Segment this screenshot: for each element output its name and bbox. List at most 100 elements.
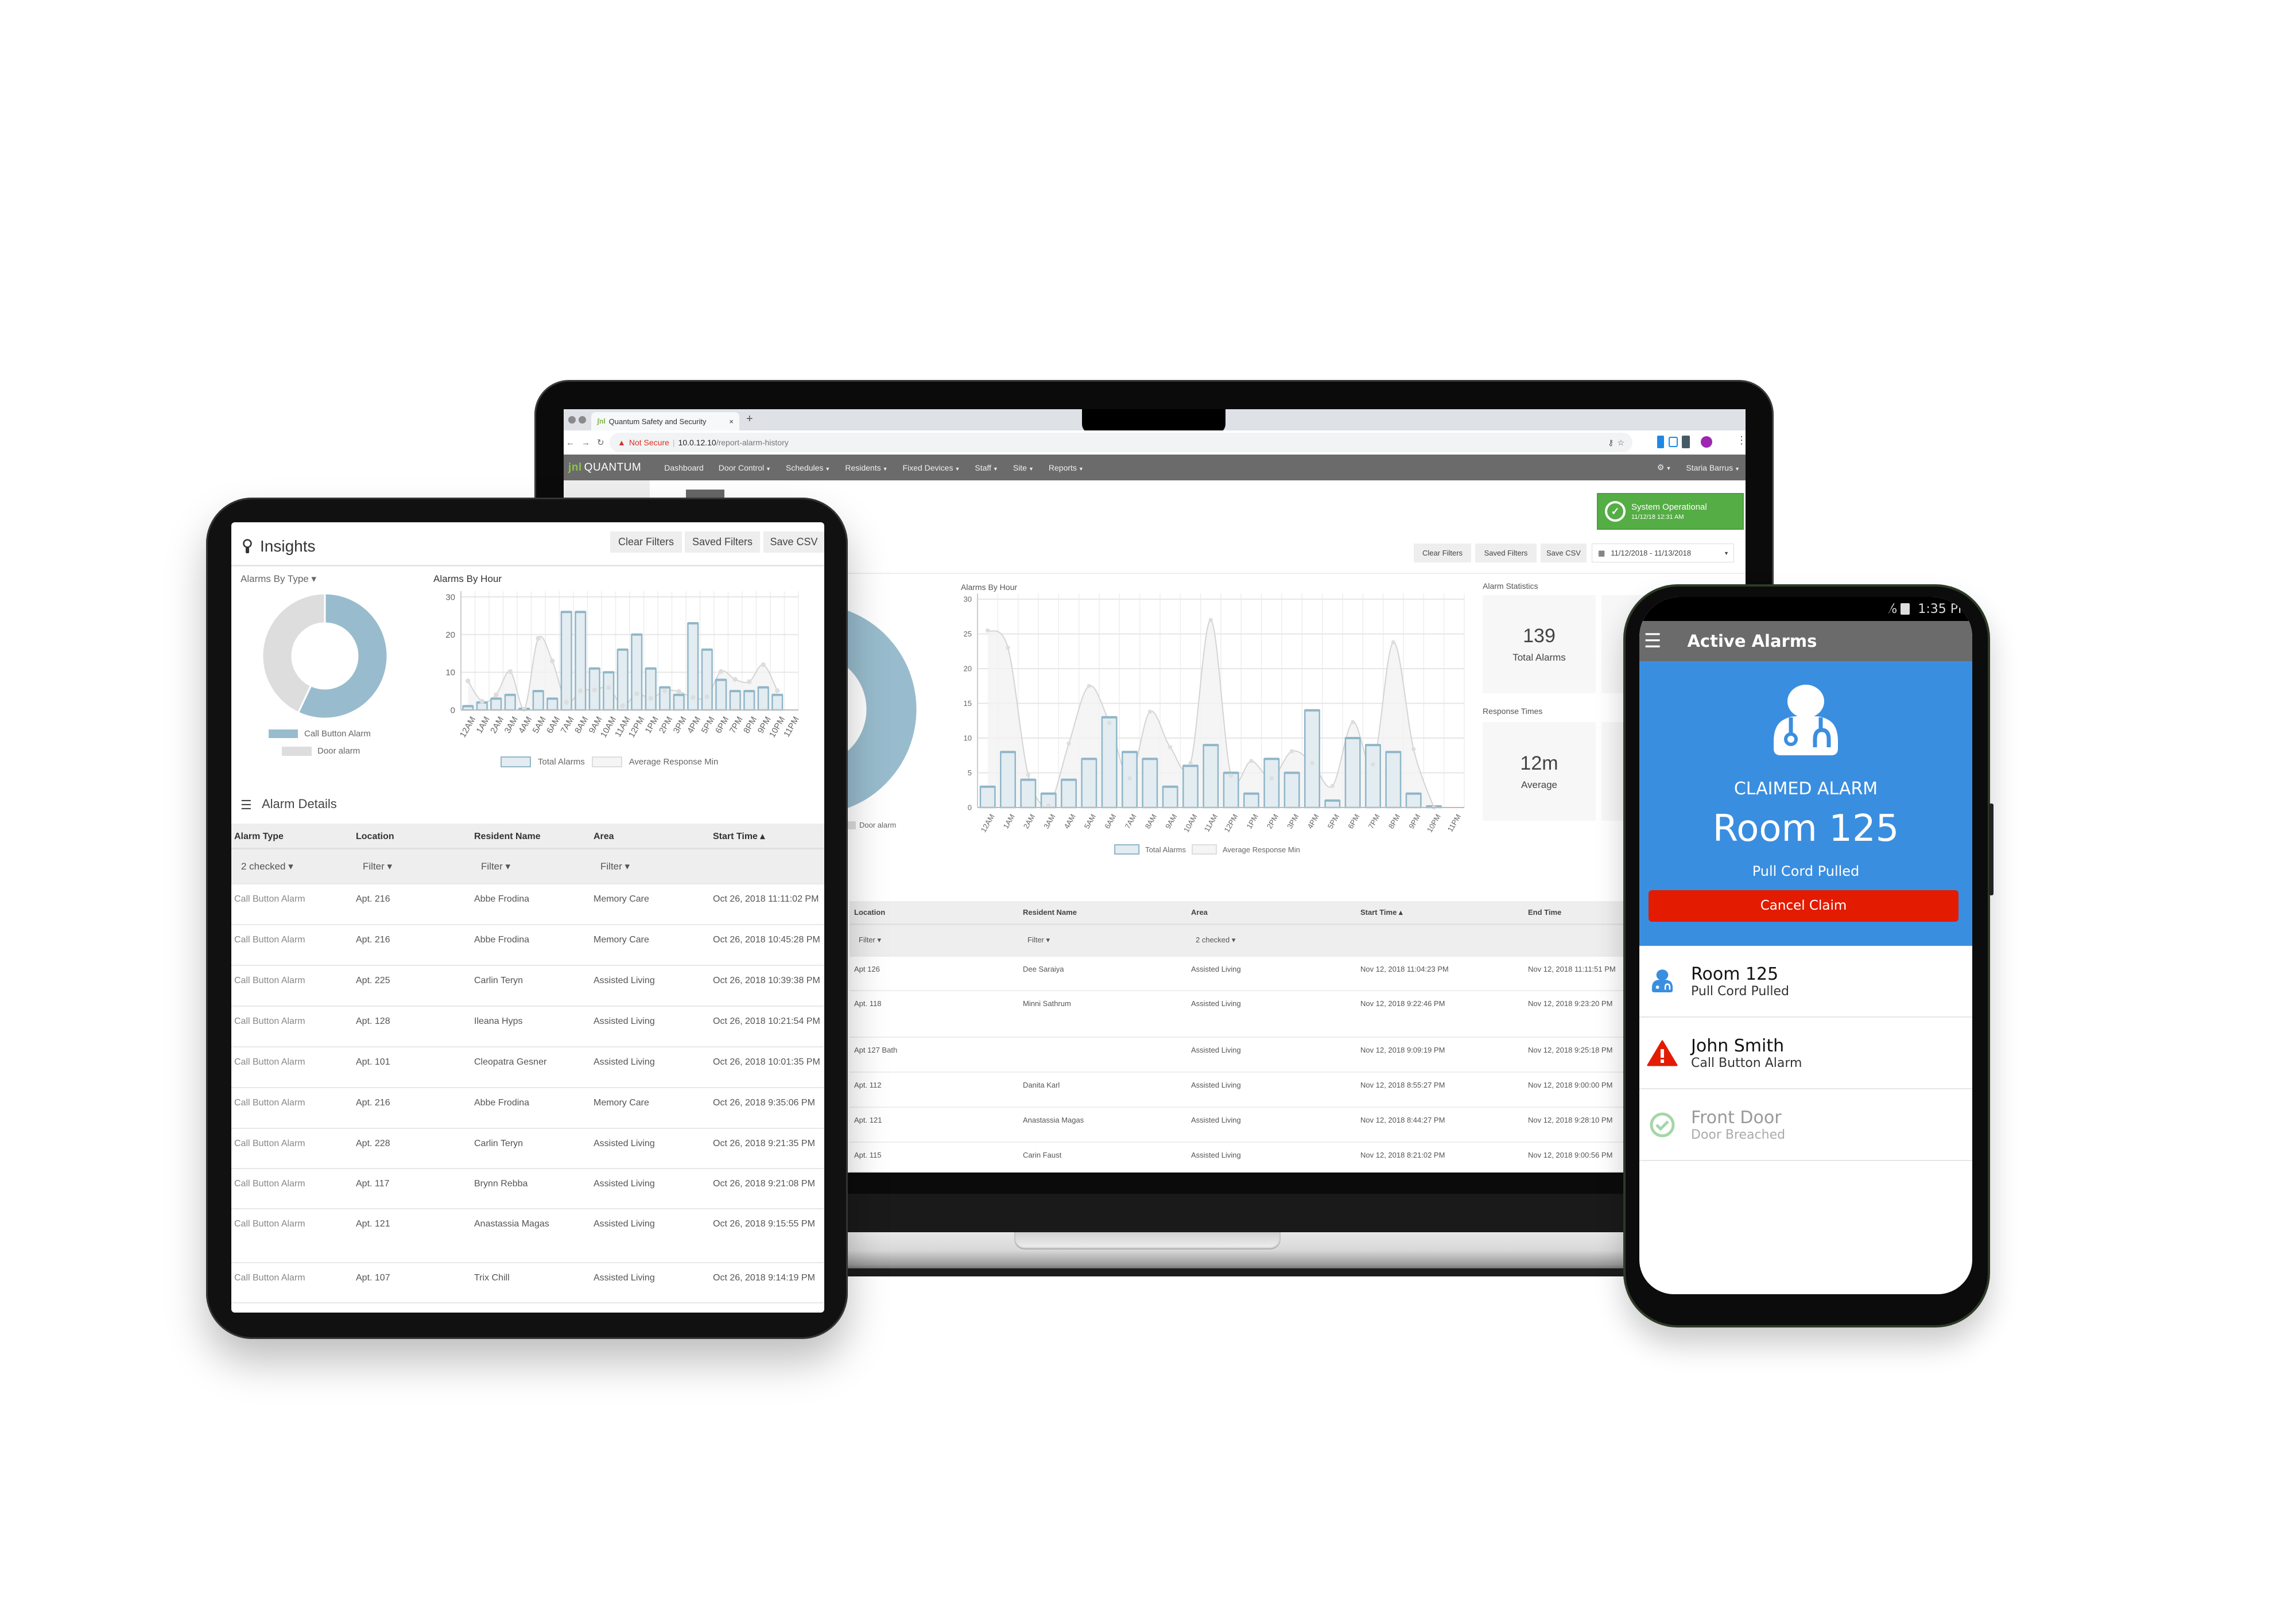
bar-2AM[interactable]	[1020, 779, 1037, 809]
bar-3PM[interactable]	[673, 694, 685, 711]
hamburger-icon[interactable]: ☰	[1644, 631, 1661, 651]
average-point[interactable]	[761, 662, 766, 667]
average-point[interactable]	[732, 677, 738, 682]
bar-5AM[interactable]	[532, 690, 544, 711]
bar-8PM[interactable]	[743, 690, 755, 711]
bar-10PM[interactable]	[771, 694, 784, 711]
table-row[interactable]: Call Button Alarm Apt. 228 Carlin Teryn Ass…	[231, 1129, 824, 1169]
key-icon[interactable]: ⚷	[1608, 438, 1614, 448]
bar-11AM[interactable]	[1203, 744, 1219, 809]
sidebar-toggle[interactable]	[686, 490, 724, 498]
table-row[interactable]: Call Button Alarm Apt. 216 Abbe Frodina Mem…	[231, 884, 824, 925]
average-point[interactable]	[747, 679, 752, 684]
average-point[interactable]	[494, 692, 499, 697]
average-point[interactable]	[1310, 760, 1314, 766]
bar-12PM[interactable]	[631, 634, 643, 711]
save-csv-button[interactable]: Save CSV	[1541, 544, 1587, 562]
average-point[interactable]	[1127, 776, 1132, 781]
average-point[interactable]	[592, 687, 597, 693]
column-header[interactable]: Start Time ▴	[713, 824, 824, 848]
browser-menu-icon[interactable]: ⋮	[1736, 434, 1746, 447]
profile-avatar[interactable]	[1701, 436, 1712, 448]
save-csv-button[interactable]: Save CSV	[763, 531, 824, 553]
window-control[interactable]	[579, 416, 586, 424]
average-point[interactable]	[1006, 646, 1010, 650]
average-point[interactable]	[1087, 684, 1091, 688]
bar-7AM[interactable]	[560, 611, 572, 711]
table-row[interactable]: Apt. 115 Carin Faust Assisted Living Nov 12…	[850, 1143, 1746, 1173]
nav-item-schedules[interactable]: Schedules ▼	[786, 463, 830, 472]
bar-1PM[interactable]	[645, 667, 657, 711]
clear-filters-button[interactable]: Clear Filters	[1414, 544, 1471, 562]
average-point[interactable]	[466, 678, 471, 684]
average-point[interactable]	[1290, 749, 1294, 754]
average-point[interactable]	[1371, 762, 1375, 767]
quantum-logo[interactable]: jnl QUANTUM	[568, 461, 641, 474]
extension-icon[interactable]	[1669, 437, 1678, 447]
calendar-extension-icon[interactable]	[1682, 436, 1690, 448]
cancel-claim-button[interactable]: Cancel Claim	[1649, 890, 1958, 922]
star-icon[interactable]: ☆	[1617, 438, 1624, 448]
average-point[interactable]	[1269, 776, 1274, 781]
table-row[interactable]: Call Button Alarm Apt. 117 Brynn Rebba Assi…	[231, 1169, 824, 1209]
bar-1PM[interactable]	[1243, 793, 1259, 809]
nav-item-reports[interactable]: Reports ▼	[1049, 463, 1084, 472]
bar-9PM[interactable]	[1405, 793, 1422, 809]
table-row[interactable]: Apt 126 Dee Saraiya Assisted Living Nov 12,…	[850, 957, 1746, 991]
hamburger-icon[interactable]: ☰	[241, 798, 252, 813]
bar-3AM[interactable]	[504, 694, 516, 711]
settings-gear-icon[interactable]: ⚙ ▼	[1657, 463, 1671, 472]
column-filter-dropdown[interactable]: Filter ▾	[474, 849, 594, 883]
average-point[interactable]	[578, 688, 583, 693]
bar-10AM[interactable]	[603, 671, 615, 711]
column-header[interactable]: Resident Name	[1023, 901, 1191, 923]
address-bar[interactable]: ▲ Not Secure | 10.0.12.10/report-alarm-h…	[610, 433, 1632, 452]
nav-item-staff[interactable]: Staff ▼	[975, 463, 998, 472]
column-filter-dropdown[interactable]: Filter ▾	[356, 849, 474, 883]
column-header[interactable]: Area	[1191, 901, 1360, 923]
forward-icon[interactable]: →	[581, 438, 590, 448]
bar-10AM[interactable]	[1182, 765, 1199, 809]
bar-7PM[interactable]	[729, 690, 741, 711]
average-point[interactable]	[1046, 803, 1051, 808]
bar-9AM[interactable]	[1162, 786, 1178, 809]
average-point[interactable]	[606, 685, 611, 690]
average-point[interactable]	[1208, 618, 1213, 622]
bar-8AM[interactable]	[575, 611, 587, 711]
column-header[interactable]: Resident Name	[474, 824, 594, 848]
column-header[interactable]: Area	[594, 824, 713, 848]
nav-item-dashboard[interactable]: Dashboard	[664, 463, 704, 472]
reload-icon[interactable]: ↻	[597, 437, 604, 448]
column-header[interactable]: Location	[356, 824, 474, 848]
average-point[interactable]	[1066, 742, 1071, 746]
average-point[interactable]	[986, 628, 990, 633]
average-point[interactable]	[507, 669, 513, 674]
average-point[interactable]	[691, 695, 696, 700]
column-filter-dropdown[interactable]: 2 checked ▾	[234, 849, 356, 883]
bar-5PM[interactable]	[701, 649, 713, 711]
bar-11AM[interactable]	[616, 649, 629, 711]
average-point[interactable]	[564, 700, 569, 705]
average-point[interactable]	[479, 698, 484, 704]
bar-2PM[interactable]	[1263, 758, 1280, 809]
clear-filters-button[interactable]: Clear Filters	[610, 531, 682, 553]
average-point[interactable]	[634, 691, 639, 696]
column-header[interactable]: Alarm Type	[234, 824, 356, 848]
saved-filters-button[interactable]: Saved Filters	[1475, 544, 1537, 562]
average-point[interactable]	[1147, 709, 1152, 714]
back-icon[interactable]: ←	[566, 438, 575, 448]
column-filter-dropdown[interactable]: Filter ▾	[1023, 925, 1191, 956]
bar-12AM[interactable]	[979, 786, 996, 809]
column-filter-dropdown[interactable]: Filter ▾	[854, 925, 1023, 956]
window-control[interactable]	[568, 416, 576, 424]
average-point[interactable]	[550, 658, 555, 663]
nav-item-residents[interactable]: Residents ▼	[845, 463, 887, 472]
average-point[interactable]	[522, 707, 527, 712]
average-point[interactable]	[1330, 783, 1335, 789]
table-row[interactable]: Call Button Alarm Apt. 107 Trix Chill Assis…	[231, 1263, 824, 1303]
bar-6PM[interactable]	[715, 679, 727, 711]
nav-item-fixed-devices[interactable]: Fixed Devices ▼	[903, 463, 960, 472]
average-point[interactable]	[719, 669, 724, 674]
table-row[interactable]: Call Button Alarm Apt. 101 Cleopatra Gesne…	[231, 1047, 824, 1088]
average-point[interactable]	[1188, 760, 1193, 766]
